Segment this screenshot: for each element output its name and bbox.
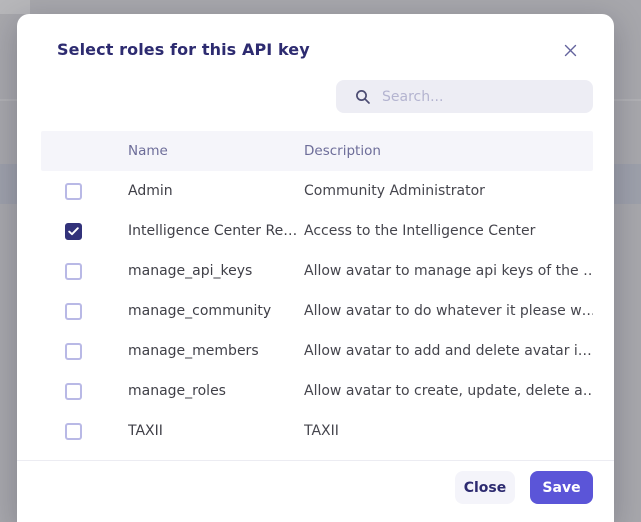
role-checkbox[interactable]: [65, 182, 82, 200]
table-row: manage_api_keys Allow avatar to manage a…: [41, 251, 593, 291]
close-button[interactable]: Close: [455, 471, 515, 504]
background-page-corner: [0, 0, 30, 14]
table-row: Intelligence Center Re… Access to the In…: [41, 211, 593, 251]
roles-table: Name Description Admin Community Adminis…: [41, 131, 593, 451]
role-description: Allow avatar to create, update, delete a…: [304, 383, 593, 399]
close-dialog-button[interactable]: [559, 39, 581, 61]
role-checkbox[interactable]: [65, 262, 82, 280]
role-name: TAXII: [128, 423, 163, 439]
role-name: manage_community: [128, 303, 272, 319]
role-name: manage_members: [128, 343, 259, 359]
x-icon: [564, 44, 577, 57]
role-description: Allow avatar to do whatever it please w…: [304, 303, 593, 319]
table-row: manage_community Allow avatar to do what…: [41, 291, 593, 331]
dialog-title: Select roles for this API key: [57, 40, 310, 59]
dialog-header: Select roles for this API key: [17, 14, 614, 59]
role-checkbox[interactable]: [65, 302, 82, 320]
checkmark-icon: [68, 226, 79, 236]
table-body: Admin Community Administrator Intelligen…: [41, 171, 593, 451]
role-description: TAXII: [304, 423, 339, 439]
table-row: TAXII TAXII: [41, 411, 593, 451]
role-name: manage_api_keys: [128, 263, 253, 279]
dialog-footer: Close Save: [17, 460, 614, 504]
column-header-name: Name: [128, 143, 168, 159]
search-box: [336, 80, 593, 113]
table-row: Admin Community Administrator: [41, 171, 593, 211]
role-description: Community Administrator: [304, 183, 485, 199]
role-description: Access to the Intelligence Center: [304, 223, 536, 239]
role-checkbox[interactable]: [65, 382, 82, 400]
role-checkbox[interactable]: [65, 342, 82, 360]
role-name: Admin: [128, 183, 173, 199]
table-header-row: Name Description: [41, 131, 593, 171]
role-name: Intelligence Center Re…: [128, 223, 298, 239]
search-icon: [355, 89, 382, 105]
role-checkbox[interactable]: [65, 222, 82, 240]
role-description: Allow avatar to add and delete avatar i…: [304, 343, 592, 359]
select-roles-dialog: Select roles for this API key Name Descr…: [17, 14, 614, 522]
save-button[interactable]: Save: [530, 471, 593, 504]
search-input[interactable]: [382, 88, 581, 105]
role-description: Allow avatar to manage api keys of the …: [304, 263, 593, 279]
table-row: manage_roles Allow avatar to create, upd…: [41, 371, 593, 411]
role-name: manage_roles: [128, 383, 226, 399]
column-header-description: Description: [304, 143, 381, 159]
table-row: manage_members Allow avatar to add and d…: [41, 331, 593, 371]
role-checkbox[interactable]: [65, 422, 82, 440]
